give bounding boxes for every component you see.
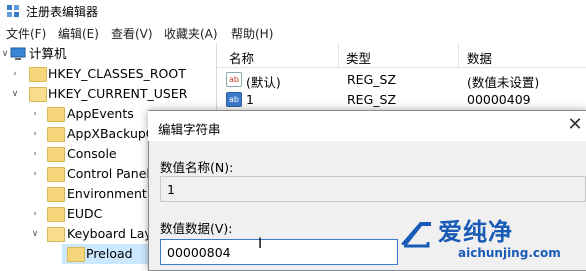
tree-item-label: 计算机: [29, 46, 67, 61]
tree-item-label: HKEY_CLASSES_ROOT: [48, 66, 186, 81]
value-name-label: 数值名称(N):: [160, 160, 234, 175]
watermark-logo-icon: [401, 222, 431, 248]
menu-help[interactable]: 帮助(H): [231, 25, 273, 42]
chevron-right-icon[interactable]: ›: [30, 209, 40, 219]
tree-item-computer[interactable]: ∨ 计算机: [0, 44, 216, 64]
string-value-icon: ab: [226, 92, 242, 107]
menu-file[interactable]: 文件(F): [6, 25, 46, 42]
dialog-title: 编辑字符串: [158, 122, 221, 137]
string-value-icon: ab: [226, 72, 242, 87]
value-data-label: 数值数据(V):: [160, 221, 233, 236]
chevron-right-icon[interactable]: ›: [30, 149, 40, 159]
tree-item-hkey-current-user[interactable]: ∨ HKEY_CURRENT_USER: [0, 84, 216, 104]
tree-item-hkey-classes-root[interactable]: › HKEY_CLASSES_ROOT: [0, 64, 216, 84]
tree-item-label: EUDC: [67, 206, 103, 221]
folder-icon: [67, 247, 85, 262]
tree-item-label: AppEvents: [67, 106, 134, 121]
chevron-right-icon[interactable]: ›: [10, 69, 20, 79]
regedit-app-icon: [7, 5, 19, 17]
list-header: [217, 43, 586, 68]
row-data: 00000409: [467, 92, 531, 107]
row-type: REG_SZ: [347, 92, 397, 107]
watermark-site: aichunjing.com: [458, 246, 561, 260]
folder-icon: [47, 187, 65, 202]
folder-icon: [47, 127, 65, 142]
menu-view[interactable]: 查看(V): [111, 25, 153, 42]
folder-icon: [47, 167, 65, 182]
value-data-input[interactable]: 00000804: [160, 239, 398, 265]
column-divider[interactable]: [338, 43, 339, 67]
chevron-down-icon[interactable]: ∨: [0, 49, 10, 59]
chevron-right-icon[interactable]: ›: [30, 169, 40, 179]
folder-open-icon: [47, 227, 65, 242]
tree-item-label: Environment: [67, 186, 147, 201]
tree-item-label: HKEY_CURRENT_USER: [48, 86, 188, 101]
tree-item-label: Control Panel: [67, 166, 150, 181]
column-data[interactable]: 数据: [467, 48, 492, 67]
text-cursor-icon: I: [258, 236, 263, 252]
tree-item-label: Console: [67, 146, 117, 161]
tree-item-label: Preload: [86, 246, 133, 261]
table-row[interactable]: ab (默认) REG_SZ (数值未设置): [217, 69, 586, 90]
folder-open-icon: [29, 87, 47, 102]
folder-icon: [47, 147, 65, 162]
table-row[interactable]: ab 1 REG_SZ 00000409: [217, 89, 586, 109]
chevron-down-icon[interactable]: ∨: [10, 89, 20, 99]
tree-item-label: Keyboard Lay: [67, 226, 152, 241]
chevron-down-icon[interactable]: ∨: [30, 229, 40, 239]
row-name: 1: [246, 92, 254, 107]
folder-icon: [47, 107, 65, 122]
computer-icon: [10, 47, 26, 60]
row-type: REG_SZ: [347, 72, 397, 87]
chevron-right-icon[interactable]: ›: [30, 109, 40, 119]
tree-item-label: AppXBackupC: [67, 126, 155, 141]
window-title: 注册表编辑器: [26, 5, 99, 19]
menu-edit[interactable]: 编辑(E): [58, 25, 99, 42]
column-type[interactable]: 类型: [346, 48, 371, 67]
column-divider[interactable]: [458, 43, 459, 67]
chevron-right-icon[interactable]: ›: [30, 129, 40, 139]
close-icon[interactable]: ✕: [565, 114, 585, 135]
column-name[interactable]: 名称: [229, 48, 254, 67]
menu-favorites[interactable]: 收藏夹(A): [164, 25, 218, 42]
folder-icon: [29, 67, 47, 82]
watermark-brand: 爱纯净: [438, 218, 513, 246]
value-name-field[interactable]: 1: [160, 176, 586, 202]
folder-icon: [47, 207, 65, 222]
tree-item-preload[interactable]: Preload: [62, 244, 148, 264]
